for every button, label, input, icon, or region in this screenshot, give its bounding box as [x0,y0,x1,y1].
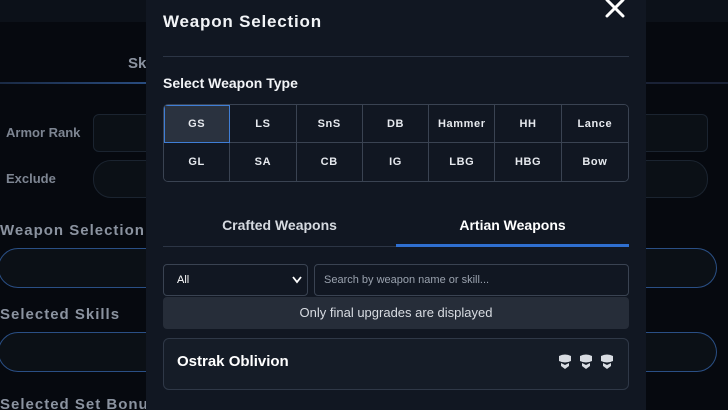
armor-rank-field[interactable] [93,114,153,152]
modal-divider [163,56,629,57]
selected-skills-field[interactable] [0,332,158,372]
close-icon[interactable] [601,0,629,22]
tab-crafted-weapons[interactable]: Crafted Weapons [163,209,396,247]
background-tab-skills[interactable]: Sk [128,55,146,72]
decoration-slot-icon [580,354,592,369]
weapon-selection-heading: Weapon Selection [0,222,145,239]
exclude-field-right[interactable] [645,160,708,198]
weapon-list-item[interactable]: Ostrak Oblivion [163,338,629,390]
weapon-type-gl[interactable]: GL [164,143,231,181]
decoration-slot-icon [559,354,571,369]
armor-rank-field-right[interactable] [645,114,708,152]
weapon-type-hammer[interactable]: Hammer [429,105,496,143]
weapon-type-grid: GS LS SnS DB Hammer HH Lance GL SA CB IG… [163,104,629,182]
exclude-label: Exclude [6,171,56,186]
weapon-type-sns[interactable]: SnS [296,105,363,143]
selected-skills-heading: Selected Skills [0,306,121,323]
select-weapon-type-label: Select Weapon Type [163,75,298,91]
background-header [0,0,160,22]
background-header-right [645,0,728,22]
armor-rank-label: Armor Rank [6,125,81,140]
weapon-type-gs[interactable]: GS [164,105,231,143]
weapon-name: Ostrak Oblivion [177,353,289,370]
rarity-filter-select[interactable]: All [163,264,308,296]
tab-artian-weapons[interactable]: Artian Weapons [396,209,629,247]
final-upgrades-notice: Only final upgrades are displayed [163,297,629,329]
selected-set-bonus-heading: Selected Set Bonu [0,396,149,410]
weapon-type-hh[interactable]: HH [495,105,562,143]
background-tab-divider [645,82,728,84]
rarity-filter-value: All [177,274,190,286]
weapon-type-lance[interactable]: Lance [561,105,628,143]
weapon-search-input[interactable]: Search by weapon name or skill... [314,264,629,296]
selected-skills-field-right[interactable] [645,332,717,372]
weapon-type-lbg[interactable]: LBG [429,143,496,181]
decoration-slots [556,352,616,370]
decoration-slot-icon [601,354,613,369]
weapon-selection-modal: Weapon Selection Select Weapon Type GS L… [146,0,646,410]
weapon-type-hbg[interactable]: HBG [495,143,562,181]
weapon-type-sa[interactable]: SA [230,143,297,181]
weapon-type-ig[interactable]: IG [362,143,430,181]
modal-title: Weapon Selection [163,12,322,31]
weapon-source-tabs: Crafted Weapons Artian Weapons [163,209,629,247]
weapon-type-ls[interactable]: LS [230,105,297,143]
weapon-type-bow[interactable]: Bow [561,143,628,181]
close-icon-glyph [605,0,625,18]
weapon-type-db[interactable]: DB [362,105,430,143]
weapon-type-cb[interactable]: CB [296,143,363,181]
weapon-selection-field[interactable] [0,248,158,288]
background-tab-underline [0,82,160,84]
exclude-field[interactable] [93,160,153,198]
weapon-selection-field-right[interactable] [645,248,717,288]
